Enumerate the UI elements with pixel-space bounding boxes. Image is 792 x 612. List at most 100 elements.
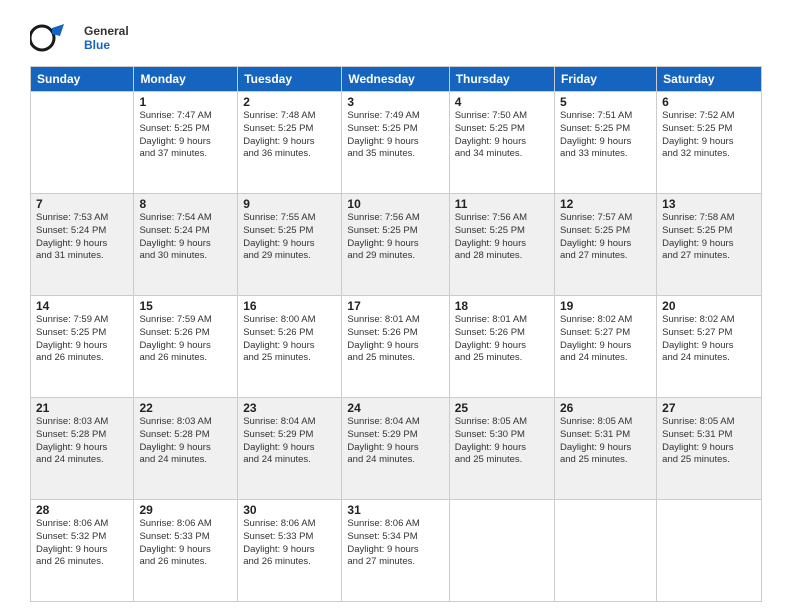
cell-day-number: 20	[662, 299, 756, 313]
calendar-cell: 30Sunrise: 8:06 AMSunset: 5:33 PMDayligh…	[238, 500, 342, 602]
calendar-cell: 13Sunrise: 7:58 AMSunset: 5:25 PMDayligh…	[657, 194, 762, 296]
cell-day-number: 16	[243, 299, 336, 313]
calendar-cell: 16Sunrise: 8:00 AMSunset: 5:26 PMDayligh…	[238, 296, 342, 398]
calendar-cell: 22Sunrise: 8:03 AMSunset: 5:28 PMDayligh…	[134, 398, 238, 500]
cell-day-number: 11	[455, 197, 549, 211]
cell-info: Sunrise: 7:52 AMSunset: 5:25 PMDaylight:…	[662, 110, 756, 161]
cell-info: Sunrise: 8:06 AMSunset: 5:32 PMDaylight:…	[36, 518, 128, 569]
calendar-cell: 21Sunrise: 8:03 AMSunset: 5:28 PMDayligh…	[31, 398, 134, 500]
header-thursday: Thursday	[449, 67, 554, 92]
header-friday: Friday	[554, 67, 656, 92]
cell-info: Sunrise: 8:06 AMSunset: 5:34 PMDaylight:…	[347, 518, 443, 569]
calendar-week-5: 28Sunrise: 8:06 AMSunset: 5:32 PMDayligh…	[31, 500, 762, 602]
cell-info: Sunrise: 7:56 AMSunset: 5:25 PMDaylight:…	[347, 212, 443, 263]
calendar-cell: 28Sunrise: 8:06 AMSunset: 5:32 PMDayligh…	[31, 500, 134, 602]
cell-day-number: 31	[347, 503, 443, 517]
cell-day-number: 14	[36, 299, 128, 313]
calendar-cell: 10Sunrise: 7:56 AMSunset: 5:25 PMDayligh…	[342, 194, 449, 296]
cell-day-number: 4	[455, 95, 549, 109]
calendar-cell: 19Sunrise: 8:02 AMSunset: 5:27 PMDayligh…	[554, 296, 656, 398]
cell-day-number: 1	[139, 95, 232, 109]
cell-day-number: 30	[243, 503, 336, 517]
calendar-cell	[657, 500, 762, 602]
cell-day-number: 5	[560, 95, 651, 109]
calendar-cell: 20Sunrise: 8:02 AMSunset: 5:27 PMDayligh…	[657, 296, 762, 398]
calendar-cell	[554, 500, 656, 602]
header-sunday: Sunday	[31, 67, 134, 92]
cell-day-number: 29	[139, 503, 232, 517]
cell-info: Sunrise: 7:56 AMSunset: 5:25 PMDaylight:…	[455, 212, 549, 263]
cell-info: Sunrise: 7:49 AMSunset: 5:25 PMDaylight:…	[347, 110, 443, 161]
calendar-cell: 17Sunrise: 8:01 AMSunset: 5:26 PMDayligh…	[342, 296, 449, 398]
calendar-cell: 3Sunrise: 7:49 AMSunset: 5:25 PMDaylight…	[342, 92, 449, 194]
cell-day-number: 24	[347, 401, 443, 415]
header-saturday: Saturday	[657, 67, 762, 92]
calendar-header-row: SundayMondayTuesdayWednesdayThursdayFrid…	[31, 67, 762, 92]
cell-day-number: 18	[455, 299, 549, 313]
calendar-cell: 12Sunrise: 7:57 AMSunset: 5:25 PMDayligh…	[554, 194, 656, 296]
cell-day-number: 15	[139, 299, 232, 313]
cell-info: Sunrise: 8:04 AMSunset: 5:29 PMDaylight:…	[347, 416, 443, 467]
cell-day-number: 21	[36, 401, 128, 415]
page: GeneralBlue SundayMondayTuesdayWednesday…	[0, 0, 792, 612]
cell-info: Sunrise: 8:06 AMSunset: 5:33 PMDaylight:…	[139, 518, 232, 569]
cell-info: Sunrise: 7:59 AMSunset: 5:25 PMDaylight:…	[36, 314, 128, 365]
cell-info: Sunrise: 7:57 AMSunset: 5:25 PMDaylight:…	[560, 212, 651, 263]
calendar-cell: 5Sunrise: 7:51 AMSunset: 5:25 PMDaylight…	[554, 92, 656, 194]
cell-info: Sunrise: 8:03 AMSunset: 5:28 PMDaylight:…	[36, 416, 128, 467]
cell-info: Sunrise: 7:55 AMSunset: 5:25 PMDaylight:…	[243, 212, 336, 263]
cell-day-number: 8	[139, 197, 232, 211]
cell-day-number: 10	[347, 197, 443, 211]
calendar-cell: 2Sunrise: 7:48 AMSunset: 5:25 PMDaylight…	[238, 92, 342, 194]
calendar-cell	[31, 92, 134, 194]
logo-text-block: GeneralBlue	[84, 24, 129, 52]
cell-day-number: 3	[347, 95, 443, 109]
calendar-cell: 8Sunrise: 7:54 AMSunset: 5:24 PMDaylight…	[134, 194, 238, 296]
logo: GeneralBlue	[30, 20, 129, 56]
calendar-cell: 18Sunrise: 8:01 AMSunset: 5:26 PMDayligh…	[449, 296, 554, 398]
calendar-cell: 31Sunrise: 8:06 AMSunset: 5:34 PMDayligh…	[342, 500, 449, 602]
cell-day-number: 6	[662, 95, 756, 109]
cell-info: Sunrise: 7:50 AMSunset: 5:25 PMDaylight:…	[455, 110, 549, 161]
cell-day-number: 26	[560, 401, 651, 415]
cell-info: Sunrise: 7:54 AMSunset: 5:24 PMDaylight:…	[139, 212, 232, 263]
cell-day-number: 17	[347, 299, 443, 313]
calendar-cell: 15Sunrise: 7:59 AMSunset: 5:26 PMDayligh…	[134, 296, 238, 398]
calendar-cell: 11Sunrise: 7:56 AMSunset: 5:25 PMDayligh…	[449, 194, 554, 296]
logo-blue: Blue	[84, 38, 129, 52]
cell-day-number: 23	[243, 401, 336, 415]
cell-day-number: 22	[139, 401, 232, 415]
cell-info: Sunrise: 8:02 AMSunset: 5:27 PMDaylight:…	[662, 314, 756, 365]
header-wednesday: Wednesday	[342, 67, 449, 92]
header-tuesday: Tuesday	[238, 67, 342, 92]
calendar-cell: 26Sunrise: 8:05 AMSunset: 5:31 PMDayligh…	[554, 398, 656, 500]
cell-info: Sunrise: 8:02 AMSunset: 5:27 PMDaylight:…	[560, 314, 651, 365]
cell-day-number: 13	[662, 197, 756, 211]
calendar-cell: 27Sunrise: 8:05 AMSunset: 5:31 PMDayligh…	[657, 398, 762, 500]
cell-info: Sunrise: 8:05 AMSunset: 5:30 PMDaylight:…	[455, 416, 549, 467]
calendar-week-1: 1Sunrise: 7:47 AMSunset: 5:25 PMDaylight…	[31, 92, 762, 194]
cell-info: Sunrise: 8:01 AMSunset: 5:26 PMDaylight:…	[347, 314, 443, 365]
calendar-cell	[449, 500, 554, 602]
cell-info: Sunrise: 8:04 AMSunset: 5:29 PMDaylight:…	[243, 416, 336, 467]
cell-day-number: 9	[243, 197, 336, 211]
logo-svg	[30, 20, 80, 56]
cell-info: Sunrise: 7:48 AMSunset: 5:25 PMDaylight:…	[243, 110, 336, 161]
logo-general: General	[84, 24, 129, 38]
cell-info: Sunrise: 8:05 AMSunset: 5:31 PMDaylight:…	[662, 416, 756, 467]
calendar-week-2: 7Sunrise: 7:53 AMSunset: 5:24 PMDaylight…	[31, 194, 762, 296]
cell-info: Sunrise: 7:47 AMSunset: 5:25 PMDaylight:…	[139, 110, 232, 161]
cell-info: Sunrise: 8:01 AMSunset: 5:26 PMDaylight:…	[455, 314, 549, 365]
calendar-cell: 24Sunrise: 8:04 AMSunset: 5:29 PMDayligh…	[342, 398, 449, 500]
cell-info: Sunrise: 8:03 AMSunset: 5:28 PMDaylight:…	[139, 416, 232, 467]
calendar-cell: 23Sunrise: 8:04 AMSunset: 5:29 PMDayligh…	[238, 398, 342, 500]
calendar-week-4: 21Sunrise: 8:03 AMSunset: 5:28 PMDayligh…	[31, 398, 762, 500]
cell-day-number: 12	[560, 197, 651, 211]
cell-info: Sunrise: 7:53 AMSunset: 5:24 PMDaylight:…	[36, 212, 128, 263]
header-monday: Monday	[134, 67, 238, 92]
cell-info: Sunrise: 7:59 AMSunset: 5:26 PMDaylight:…	[139, 314, 232, 365]
calendar-cell: 7Sunrise: 7:53 AMSunset: 5:24 PMDaylight…	[31, 194, 134, 296]
calendar-table: SundayMondayTuesdayWednesdayThursdayFrid…	[30, 66, 762, 602]
cell-info: Sunrise: 8:06 AMSunset: 5:33 PMDaylight:…	[243, 518, 336, 569]
cell-day-number: 19	[560, 299, 651, 313]
